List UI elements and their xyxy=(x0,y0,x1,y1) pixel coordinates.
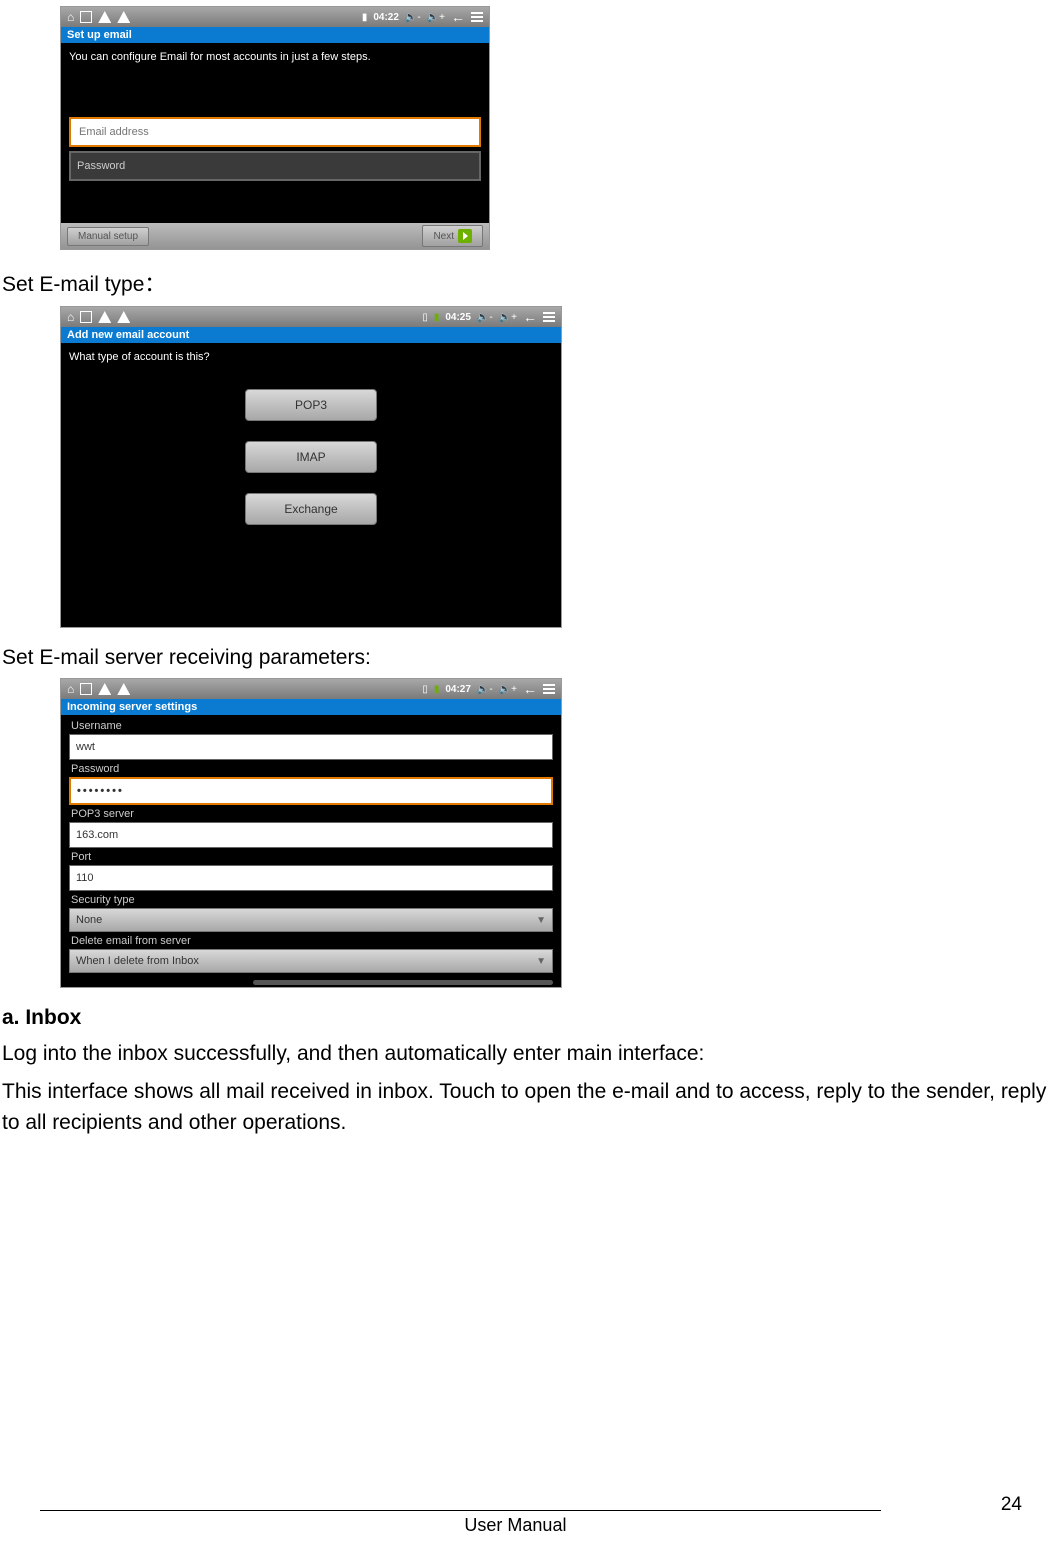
sd-icon: ▯ xyxy=(422,684,428,695)
menu-icon xyxy=(471,12,483,22)
chevron-down-icon: ▼ xyxy=(536,956,546,967)
caption-set-type: Set E-mail type： xyxy=(2,268,1062,298)
warning-icon xyxy=(117,683,130,695)
question-text: What type of account is this? xyxy=(61,347,561,363)
clock-text: 04:22 xyxy=(373,12,399,23)
pop3-button[interactable]: POP3 xyxy=(245,389,377,421)
volume-up-icon: 🔈+ xyxy=(499,684,517,695)
battery-icon: ▮ xyxy=(434,312,440,323)
username-field[interactable]: wwt xyxy=(69,734,553,760)
chevron-down-icon: ▼ xyxy=(536,915,546,926)
inbox-heading: a. Inbox xyxy=(2,1006,1062,1030)
manual-setup-button[interactable]: Manual setup xyxy=(67,227,149,246)
arrow-right-icon xyxy=(458,229,472,243)
label-delete: Delete email from server xyxy=(71,935,551,947)
horizontal-scrollbar[interactable] xyxy=(253,980,553,985)
bottom-toolbar: Manual setup Next xyxy=(61,223,489,249)
password-placeholder: Password xyxy=(77,160,125,172)
inbox-paragraph-1: Log into the inbox successfully, and the… xyxy=(2,1038,1060,1070)
window-title: Incoming server settings xyxy=(61,699,561,715)
label-port: Port xyxy=(71,851,551,863)
warning-icon xyxy=(117,311,130,323)
signal-icon xyxy=(80,311,92,323)
footer-title: User Manual xyxy=(30,1515,1001,1536)
volume-up-icon: 🔈+ xyxy=(427,12,445,23)
home-icon: ⌂ xyxy=(67,310,74,324)
label-username: Username xyxy=(71,720,551,732)
battery-icon: ▮ xyxy=(434,684,440,695)
volume-down-icon: 🔈- xyxy=(477,312,493,323)
warning-icon xyxy=(98,683,111,695)
exchange-button[interactable]: Exchange xyxy=(245,493,377,525)
password-field[interactable]: •••••••• xyxy=(69,777,553,805)
pop3-server-field[interactable]: 163.com xyxy=(69,822,553,848)
instruction-text: You can configure Email for most account… xyxy=(69,51,481,63)
screenshot-setup-email: ⌂ ▮ 04:22 🔈- 🔈+ ← Set up email You can c… xyxy=(60,6,490,250)
clock-text: 04:27 xyxy=(445,684,471,695)
label-security: Security type xyxy=(71,894,551,906)
status-bar: ⌂ ▯ ▮ 04:25 🔈- 🔈+ ← xyxy=(61,307,561,327)
signal-icon xyxy=(80,11,92,23)
volume-up-icon: 🔈+ xyxy=(499,312,517,323)
email-field[interactable] xyxy=(69,117,481,147)
next-button[interactable]: Next xyxy=(422,225,483,247)
battery-icon: ▮ xyxy=(362,12,368,23)
status-bar: ⌂ ▮ 04:22 🔈- 🔈+ ← xyxy=(61,7,489,27)
clock-text: 04:25 xyxy=(445,312,471,323)
caption-set-server: Set E-mail server receiving parameters: xyxy=(2,646,1062,670)
screenshot-incoming-settings: ⌂ ▯ ▮ 04:27 🔈- 🔈+ ← Incoming server sett… xyxy=(60,678,562,988)
signal-icon xyxy=(80,683,92,695)
back-icon: ← xyxy=(523,309,537,325)
screenshot-account-type: ⌂ ▯ ▮ 04:25 🔈- 🔈+ ← Add new email accoun… xyxy=(60,306,562,628)
delete-from-server-select[interactable]: When I delete from Inbox ▼ xyxy=(69,949,553,973)
page-footer: User Manual 24 xyxy=(0,1510,1062,1536)
warning-icon xyxy=(98,311,111,323)
volume-down-icon: 🔈- xyxy=(405,12,421,23)
label-pop3-server: POP3 server xyxy=(71,808,551,820)
window-title: Set up email xyxy=(61,27,489,43)
back-icon: ← xyxy=(523,681,537,697)
menu-icon xyxy=(543,684,555,694)
back-icon: ← xyxy=(451,9,465,25)
port-field[interactable]: 110 xyxy=(69,865,553,891)
volume-down-icon: 🔈- xyxy=(477,684,493,695)
home-icon: ⌂ xyxy=(67,10,74,24)
imap-button[interactable]: IMAP xyxy=(245,441,377,473)
sd-icon: ▯ xyxy=(422,312,428,323)
inbox-paragraph-2: This interface shows all mail received i… xyxy=(2,1076,1060,1139)
menu-icon xyxy=(543,312,555,322)
page-number: 24 xyxy=(1001,1494,1022,1516)
label-password: Password xyxy=(71,763,551,775)
warning-icon xyxy=(98,11,111,23)
warning-icon xyxy=(117,11,130,23)
home-icon: ⌂ xyxy=(67,682,74,696)
security-type-select[interactable]: None ▼ xyxy=(69,908,553,932)
password-field[interactable]: Password xyxy=(69,151,481,181)
status-bar: ⌂ ▯ ▮ 04:27 🔈- 🔈+ ← xyxy=(61,679,561,699)
window-title: Add new email account xyxy=(61,327,561,343)
email-input[interactable] xyxy=(77,125,473,139)
